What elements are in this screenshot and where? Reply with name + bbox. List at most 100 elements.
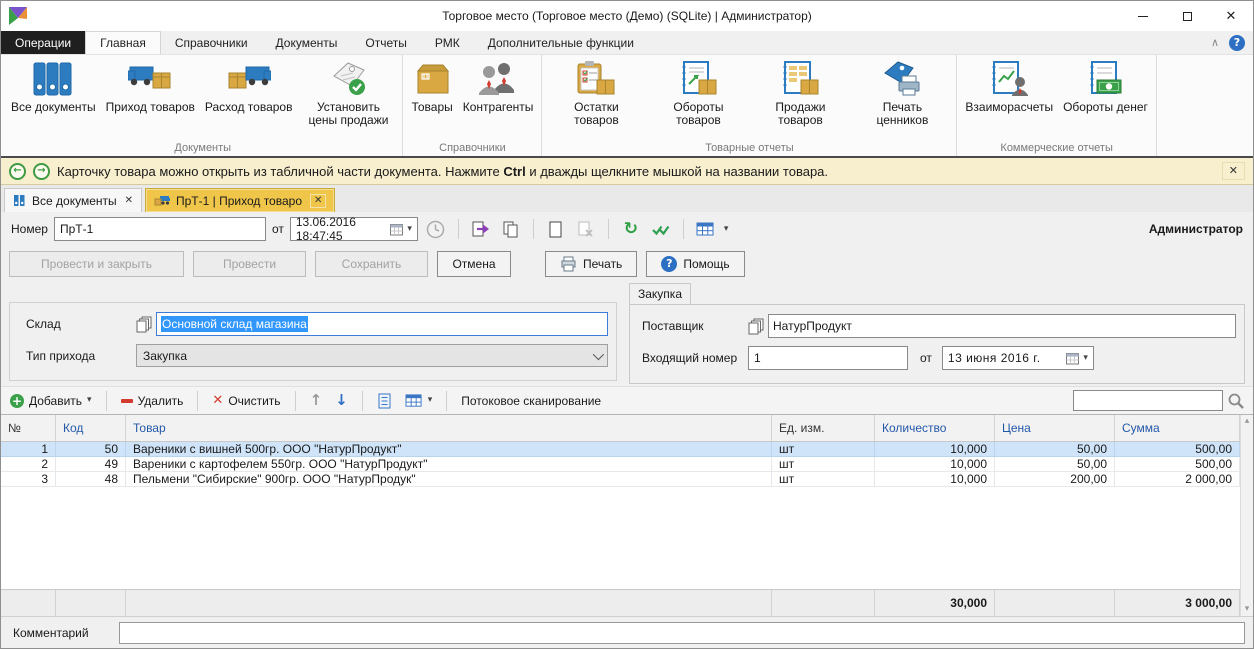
goods-expense-button[interactable]: Расход товаров (200, 58, 298, 116)
vertical-scrollbar[interactable] (1240, 415, 1253, 616)
scroll-up-icon[interactable] (1245, 417, 1250, 426)
previous-tip-button[interactable] (9, 162, 26, 180)
column-header-product[interactable]: Товар (126, 415, 772, 441)
add-row-button[interactable]: Добавить (7, 390, 95, 412)
delete-row-button[interactable]: Удалить (118, 390, 187, 412)
post-button[interactable]: Провести (193, 250, 306, 277)
ribbon-tab-rmk[interactable]: РМК (421, 31, 474, 54)
table-row[interactable]: 1 50 Вареники с вишней 500гр. ООО "Натур… (1, 442, 1240, 457)
delete-page-button[interactable] (574, 217, 598, 241)
document-number-input[interactable]: ПрТ-1 (53, 217, 266, 241)
grid-settings-button[interactable] (694, 217, 718, 241)
help-icon[interactable] (1229, 34, 1245, 51)
grid-columns-button[interactable] (402, 390, 436, 412)
table-row[interactable]: 3 48 Пельмени "Сибирские" 900гр. ООО "На… (1, 472, 1240, 487)
move-row-down-button[interactable] (332, 390, 351, 412)
tab-all-documents[interactable]: Все документы (4, 188, 142, 212)
column-header-price[interactable]: Цена (995, 415, 1115, 441)
cell-code: 49 (56, 457, 126, 471)
search-input[interactable] (1073, 390, 1223, 411)
goods-income-button[interactable]: Приход товаров (101, 58, 200, 116)
calendar-icon (390, 223, 404, 235)
goods-sales-button[interactable]: Продажи товаров (749, 58, 851, 129)
totals-cell (1, 590, 56, 616)
ribbon-tab-operations[interactable]: Операции (1, 31, 86, 54)
totals-cell (772, 590, 875, 616)
print-button[interactable]: Печать (545, 250, 638, 277)
search-area (1073, 390, 1247, 411)
money-turnover-button[interactable]: Обороты денег (1058, 58, 1153, 116)
verify-button[interactable] (649, 217, 673, 241)
supplier-input[interactable]: НатурПродукт (768, 314, 1236, 338)
incoming-date-input[interactable]: 13 июня 2016 г. (941, 346, 1094, 370)
column-header-qty[interactable]: Количество (875, 415, 995, 441)
ribbon-tab-extra[interactable]: Дополнительные функции (474, 31, 648, 54)
all-documents-button[interactable]: Все документы (6, 58, 101, 116)
help-button[interactable]: Помощь (646, 250, 745, 277)
pages-icon[interactable] (136, 316, 153, 333)
history-button[interactable] (619, 217, 643, 241)
set-time-button[interactable] (424, 217, 448, 241)
tab-goods-income-document[interactable]: ПрТ-1 | Приход товаро (145, 188, 336, 212)
income-type-value: Закупка (143, 348, 187, 363)
column-header-unit[interactable]: Ед. изм. (772, 415, 875, 441)
column-header-sum[interactable]: Сумма (1115, 415, 1240, 441)
pages-icon[interactable] (748, 318, 765, 335)
totals-cell (56, 590, 126, 616)
chevron-down-icon (1083, 354, 1088, 363)
table-row[interactable]: 2 49 Вареники с картофелем 550гр. ООО "Н… (1, 457, 1240, 472)
clear-rows-button[interactable]: Очистить (209, 390, 283, 412)
column-header-code[interactable]: Код (56, 415, 126, 441)
close-tab-icon[interactable] (310, 193, 327, 208)
goods-turnover-button[interactable]: Обороты товаров (647, 58, 749, 129)
incoming-number-input[interactable]: 1 (748, 346, 908, 370)
ribbon-tab-documents[interactable]: Документы (262, 31, 352, 54)
export-document-button[interactable] (469, 217, 493, 241)
warehouse-input[interactable]: Основной склад магазина (156, 312, 608, 336)
income-type-select[interactable]: Закупка (136, 344, 608, 367)
search-icon[interactable] (1227, 392, 1245, 410)
ribbon-tab-references[interactable]: Справочники (161, 31, 262, 54)
column-header-num[interactable]: № (1, 415, 56, 441)
stream-scan-button[interactable]: Потоковое сканирование (458, 390, 604, 412)
ribbon-tab-reports[interactable]: Отчеты (351, 31, 420, 54)
chevron-down-icon (407, 225, 412, 234)
copy-document-button[interactable] (499, 217, 523, 241)
ribbon-group-label: Коммерческие отчеты (1000, 142, 1113, 154)
grid-empty-area (1, 487, 1240, 589)
goods-stock-button[interactable]: Остатки товаров (545, 58, 647, 129)
button-label: Печать (583, 256, 623, 271)
next-tip-button[interactable] (33, 162, 50, 180)
document-date-input[interactable]: 13.06.2016 18:47:45 (289, 215, 418, 243)
new-page-button[interactable] (544, 217, 568, 241)
cancel-button[interactable]: Отмена (437, 250, 511, 277)
maximize-button[interactable] (1165, 1, 1209, 31)
move-row-up-button[interactable] (307, 390, 326, 412)
ribbon-tab-home[interactable]: Главная (85, 31, 161, 54)
goods-button[interactable]: Товары (406, 58, 457, 116)
close-button[interactable] (1209, 1, 1253, 31)
set-sale-prices-button[interactable]: Установить цены продажи (297, 58, 399, 129)
settlements-button[interactable]: Взаиморасчеты (960, 58, 1058, 116)
warehouse-label: Склад (26, 317, 61, 331)
tab-purchase[interactable]: Закупка (629, 283, 691, 304)
history-icon (624, 221, 638, 238)
tag-printer-icon (884, 61, 920, 96)
chevron-down-icon[interactable] (724, 225, 729, 234)
minus-icon (120, 398, 133, 403)
comment-input[interactable] (119, 621, 1245, 644)
button-label: Установить цены продажи (308, 100, 389, 127)
minimize-button[interactable] (1121, 1, 1165, 31)
button-label: Остатки товаров (574, 100, 619, 127)
scroll-down-icon[interactable] (1245, 605, 1250, 614)
post-and-close-button[interactable]: Провести и закрыть (9, 250, 184, 277)
print-price-tags-button[interactable]: Печать ценников (851, 58, 953, 129)
cell-unit: шт (772, 457, 875, 471)
truck-in-icon (128, 66, 171, 89)
save-button[interactable]: Сохранить (315, 250, 428, 277)
contractors-button[interactable]: Контрагенты (458, 58, 539, 116)
close-tab-icon[interactable] (125, 196, 133, 206)
collapse-ribbon-icon[interactable] (1211, 37, 1219, 48)
notification-close-button[interactable] (1221, 162, 1245, 180)
row-editor-button[interactable] (374, 390, 395, 412)
